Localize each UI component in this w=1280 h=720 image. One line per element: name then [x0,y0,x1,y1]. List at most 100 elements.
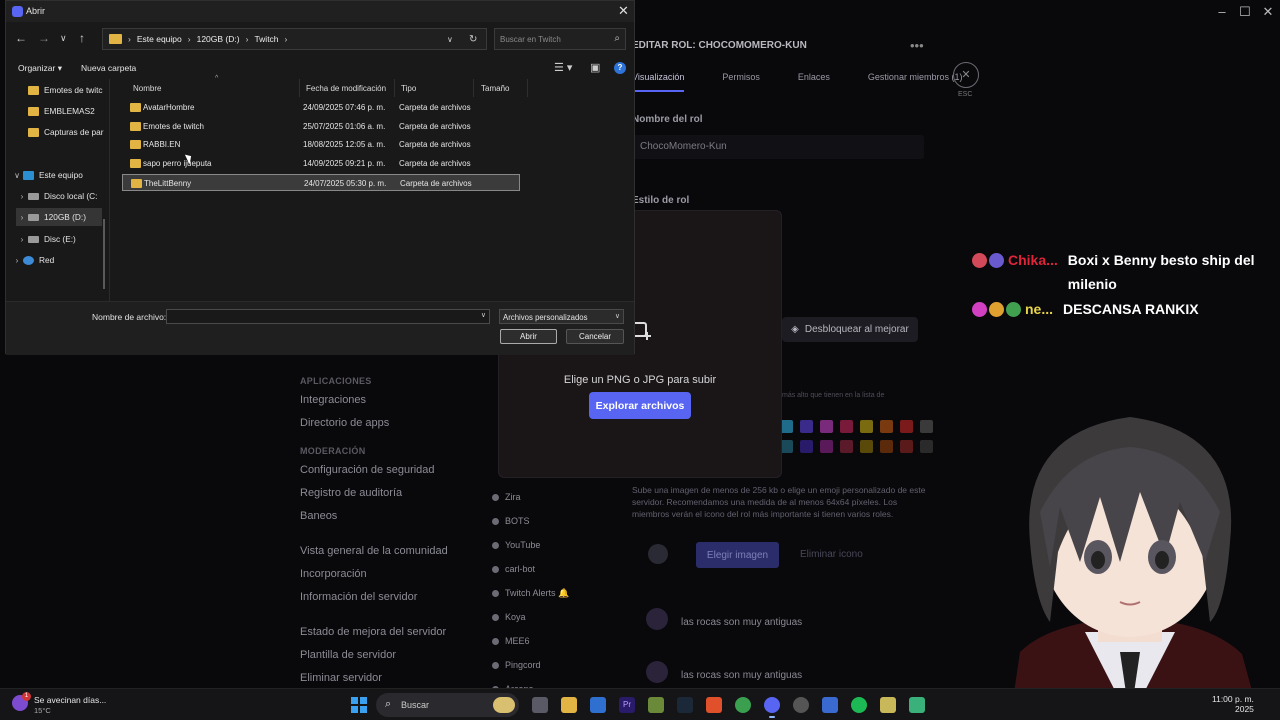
chevron-right-icon[interactable]: › [11,256,23,265]
minimize-icon[interactable]: – [1212,4,1232,19]
up-arrow-icon[interactable]: ↑ [79,31,85,45]
role-item[interactable]: Pingcord [492,653,602,677]
close-icon[interactable]: ✕ [618,3,629,19]
new-folder-button[interactable]: Nueva carpeta [81,63,136,73]
chevron-right-icon[interactable]: › [16,192,28,201]
open-button[interactable]: Abrir [500,329,557,344]
preview-pane-icon[interactable]: ▣ [590,61,600,74]
sidebar-link-boost-status[interactable]: Estado de mejora del servidor [300,626,460,639]
chevron-down-icon[interactable]: ∨ [447,35,453,44]
obs-icon[interactable] [793,697,809,713]
tree-item-capturas[interactable]: Capturas de par [16,123,104,141]
help-icon[interactable]: ? [614,62,626,74]
system-clock[interactable]: 11:00 p. m. 2025 [1212,694,1254,714]
chevron-right-icon[interactable]: › [16,235,28,244]
steam-icon[interactable] [677,697,693,713]
color-swatch[interactable] [840,440,853,453]
sidebar-link-delete-server[interactable]: Eliminar servidor [300,672,460,685]
refresh-icon[interactable]: ↻ [469,34,477,45]
back-arrow-icon[interactable]: ← [15,31,27,45]
color-swatch[interactable] [860,440,873,453]
color-swatch[interactable] [820,420,833,433]
color-swatch[interactable] [820,440,833,453]
app-icon[interactable] [880,697,896,713]
discord-icon[interactable] [764,697,780,718]
cancel-button[interactable]: Cancelar [566,329,624,344]
sidebar-link-community-overview[interactable]: Vista general de la comunidad [300,545,460,558]
brave-icon[interactable] [706,697,722,713]
column-header-name[interactable]: Nombre ^ [126,75,300,97]
role-item[interactable]: Twitch Alerts 🔔 [492,581,602,605]
role-item[interactable]: Koya [492,605,602,629]
address-bar[interactable]: › Este equipo › 120GB (D:) › Twitch › ∨ … [102,28,487,50]
maximize-icon[interactable]: ☐ [1235,4,1255,20]
recent-locations-chevron-icon[interactable]: ∨ [60,33,67,44]
role-item[interactable]: YouTube [492,533,602,557]
premiere-pro-icon[interactable]: Pr [619,697,635,713]
chevron-right-icon[interactable]: › [246,34,249,44]
remove-icon-button[interactable]: Eliminar icono [800,549,863,560]
organize-button[interactable]: Organizar ▾ [18,63,62,74]
color-swatch[interactable] [900,440,913,453]
tree-item-network[interactable]: › Red [11,251,55,269]
tree-item-disc-e[interactable]: › Disc (E:) [16,230,76,248]
taskbar-search[interactable]: ⌕ Buscar [376,693,519,717]
close-settings-button[interactable]: ✕ [953,62,979,88]
chrome-icon[interactable] [735,697,751,713]
file-explorer-icon[interactable] [561,697,577,713]
color-swatch[interactable] [800,440,813,453]
chevron-down-icon[interactable]: ∨ [481,311,486,319]
sidebar-link-server-info[interactable]: Información del servidor [300,591,460,604]
file-row[interactable]: RABBI.EN 18/08/2025 12:05 a. m. Carpeta … [122,136,520,153]
view-options-icon[interactable]: ☰ ▾ [554,61,572,74]
forward-arrow-icon[interactable]: → [38,31,50,45]
choose-image-button[interactable]: Elegir imagen [696,542,779,568]
file-row-selected[interactable]: TheLittBenny 24/07/2025 05:30 p. m. Carp… [122,174,520,191]
spotify-icon[interactable] [851,697,867,713]
color-swatch[interactable] [800,420,813,433]
filename-input[interactable]: ∨ [166,309,490,324]
tab-display[interactable]: Visualización [632,72,685,92]
windows-start-icon[interactable] [351,697,367,713]
app-icon[interactable] [648,697,664,713]
color-swatch[interactable] [840,420,853,433]
unlock-boost-button[interactable]: ◈ Desbloquear al mejorar [782,317,918,342]
color-swatch[interactable] [860,420,873,433]
role-item[interactable]: Zira [492,485,602,509]
sidebar-link-audit-log[interactable]: Registro de auditoría [300,487,460,500]
weather-title[interactable]: Se avecinan días... [34,695,106,705]
role-item[interactable]: BOTS [492,509,602,533]
sidebar-link-app-directory[interactable]: Directorio de apps [300,417,460,430]
app-icon[interactable] [909,697,925,713]
file-row[interactable]: sapo perro ijueputa 14/09/2025 09:21 p. … [122,155,520,172]
column-header-type[interactable]: Tipo [394,79,474,97]
breadcrumb-item[interactable]: Este equipo [137,34,182,44]
color-swatch[interactable] [880,420,893,433]
chevron-right-icon[interactable]: › [285,34,288,44]
role-name-input[interactable]: ChocoMomero-Kun [632,135,924,159]
tree-item-disk-d[interactable]: › 120GB (D:) [16,208,102,226]
tab-links[interactable]: Enlaces [798,72,830,92]
tab-permissions[interactable]: Permisos [722,72,760,92]
scrollbar[interactable] [103,219,105,289]
sidebar-link-safety[interactable]: Configuración de seguridad [300,464,460,477]
more-options-icon[interactable]: ••• [910,38,924,53]
color-swatch[interactable] [920,420,933,433]
chevron-right-icon[interactable]: › [16,213,28,222]
color-swatch[interactable] [920,440,933,453]
color-swatch[interactable] [880,440,893,453]
file-row[interactable]: Emotes de twitch 25/07/2025 01:06 a. m. … [122,118,520,135]
chevron-right-icon[interactable]: › [128,34,131,44]
chevron-down-icon[interactable]: ∨ [11,171,23,180]
sidebar-link-server-template[interactable]: Plantilla de servidor [300,649,460,662]
column-header-date[interactable]: Fecha de modificación [299,79,395,97]
sidebar-link-bans[interactable]: Baneos [300,510,460,523]
breadcrumb-item[interactable]: Twitch [254,34,278,44]
sidebar-link-integrations[interactable]: Integraciones [300,394,460,407]
role-item[interactable]: MEE6 [492,629,602,653]
tree-item-emotes[interactable]: Emotes de twitc [16,81,103,99]
tree-item-disk-c[interactable]: › Disco local (C: [16,187,98,205]
app-icon[interactable] [822,697,838,713]
task-view-icon[interactable] [532,697,548,713]
role-item[interactable]: carl-bot [492,557,602,581]
